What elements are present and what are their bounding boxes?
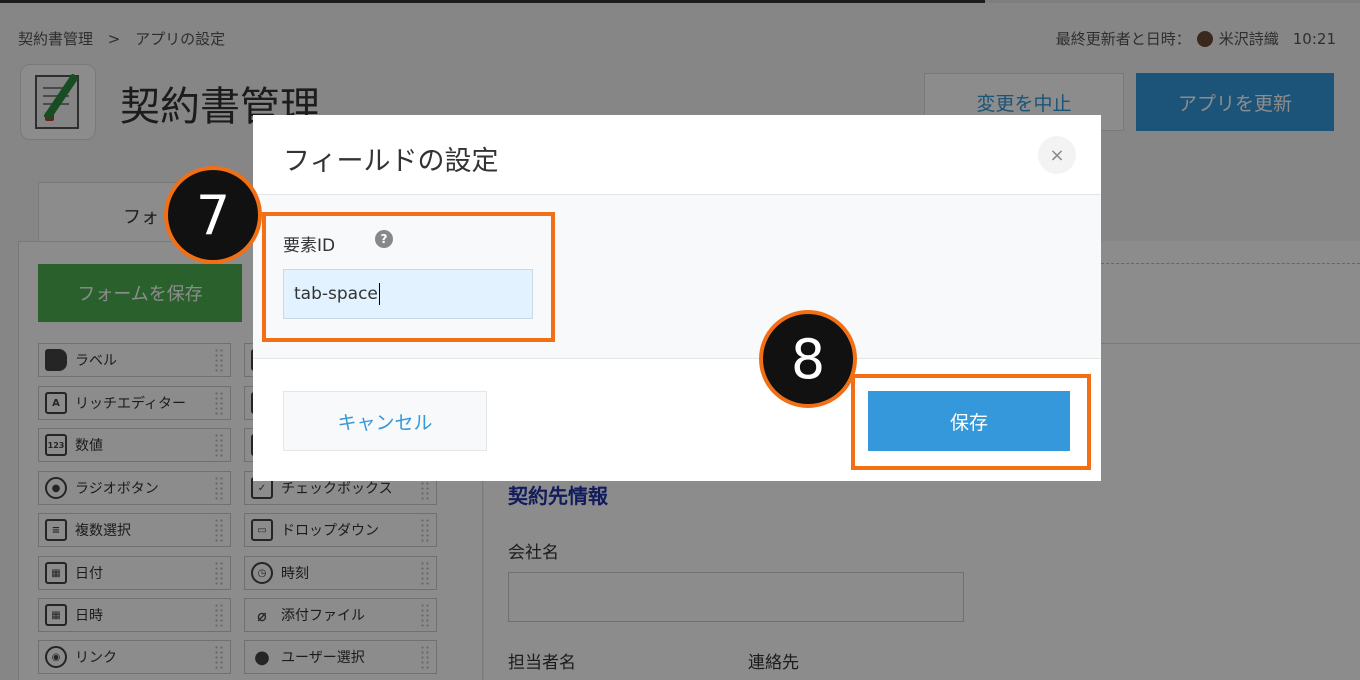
dialog-header: フィールドの設定 × [253,115,1101,195]
step-badge-8: 8 [759,310,857,408]
highlight-save [851,374,1091,470]
highlight-element-id [262,212,555,342]
step-badge-7: 7 [164,166,262,264]
cancel-button[interactable]: キャンセル [283,391,487,451]
dialog-title: フィールドの設定 [283,146,499,177]
close-icon[interactable]: × [1038,136,1076,174]
